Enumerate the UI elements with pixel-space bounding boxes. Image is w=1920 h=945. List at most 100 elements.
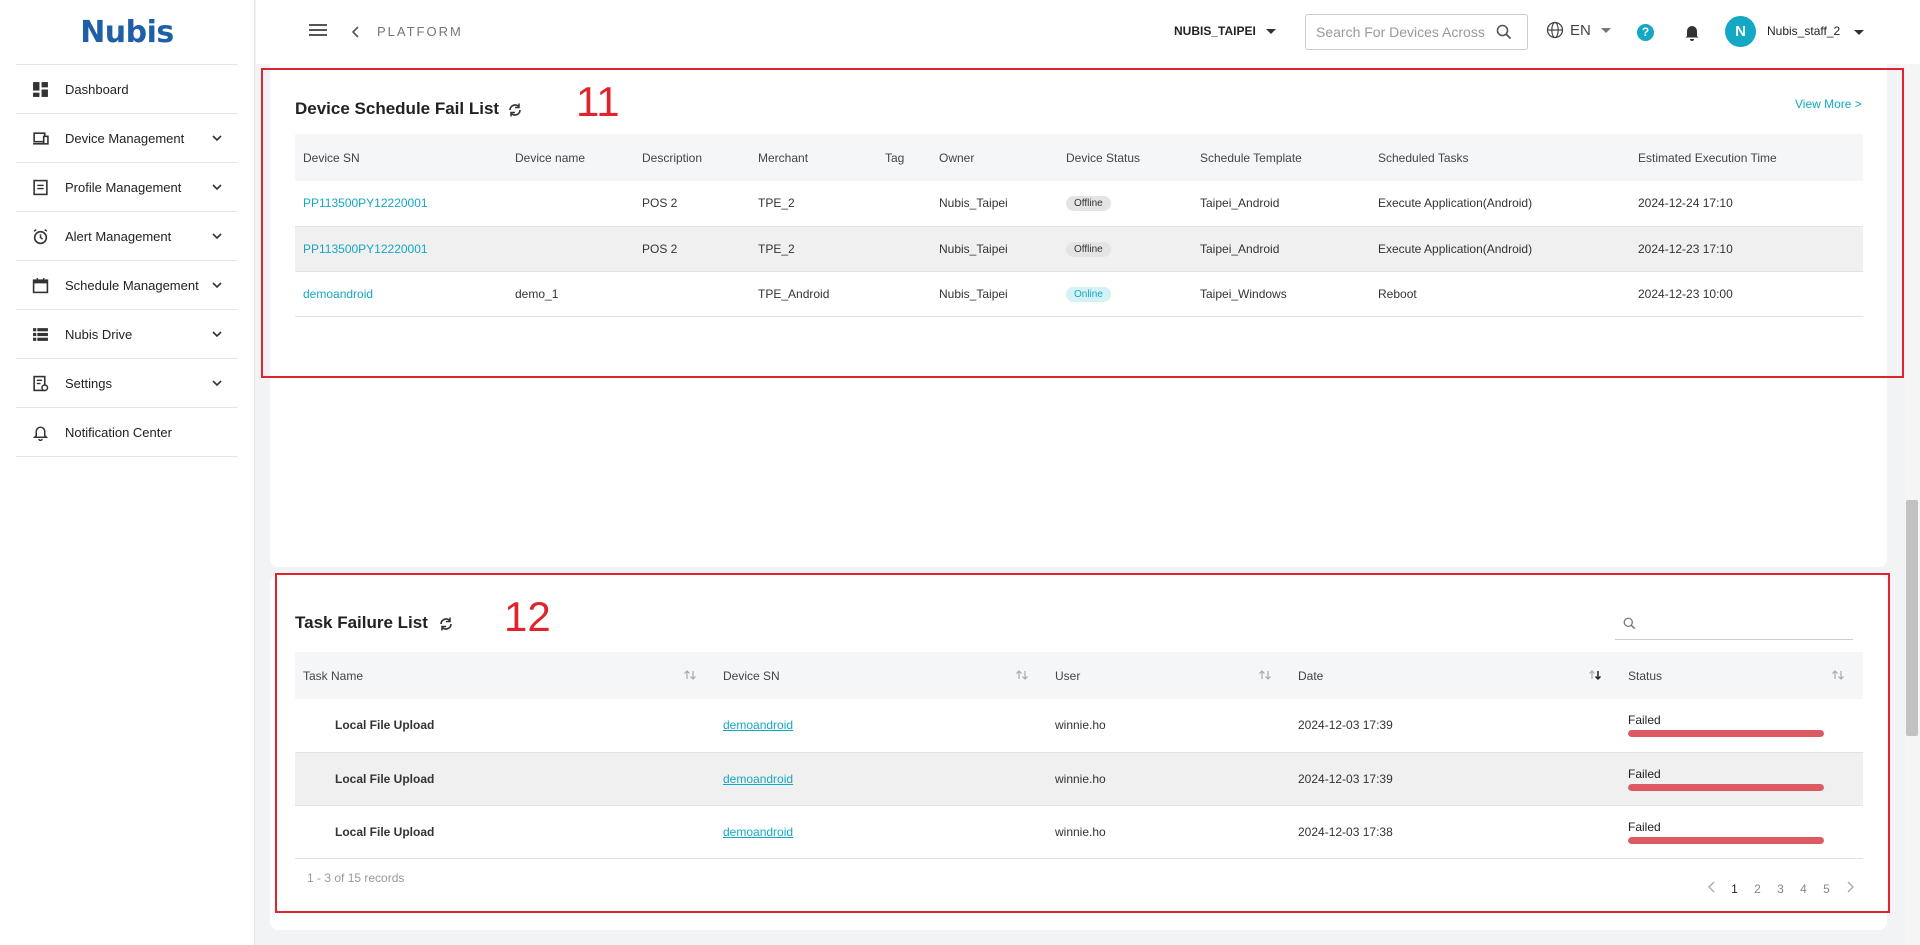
column-header-task-name[interactable]: Task Name: [295, 652, 715, 699]
refresh-icon[interactable]: [438, 616, 454, 632]
sidebar-item-alert-management[interactable]: Alert Management: [16, 212, 238, 261]
column-header-label: Device SN: [723, 668, 780, 683]
device-sn-link[interactable]: demoandroid: [303, 287, 373, 301]
chevron-left-icon[interactable]: [351, 25, 361, 39]
sidebar: Nubis Dashboard Device Management Profil…: [0, 0, 255, 945]
sort-icon[interactable]: [1015, 669, 1029, 681]
status-cell: Failed: [1620, 752, 1863, 806]
device-search[interactable]: [1305, 14, 1528, 50]
scheduled-task-cell: Execute Application(Android): [1370, 226, 1630, 272]
task-search-field[interactable]: [1615, 608, 1853, 640]
sidebar-item-profile-management[interactable]: Profile Management: [16, 163, 238, 212]
chevron-down-icon[interactable]: [210, 180, 224, 194]
pagination: 1 2 3 4 5: [1700, 881, 1861, 896]
merchant-cell: TPE_Android: [750, 271, 877, 317]
tag-cell: [877, 181, 931, 227]
tenant-selector[interactable]: NUBIS_TAIPEI: [1174, 24, 1276, 38]
sort-descending-icon[interactable]: [1588, 669, 1602, 681]
device-sn-link[interactable]: demoandroid: [723, 772, 793, 786]
view-more-link[interactable]: View More >: [1795, 97, 1862, 111]
status-badge: Offline: [1066, 241, 1111, 257]
chevron-down-icon[interactable]: [210, 327, 224, 341]
search-icon[interactable]: [1496, 24, 1512, 40]
chevron-down-icon[interactable]: [210, 376, 224, 390]
device-search-input[interactable]: [1316, 24, 1496, 40]
chevron-down-icon[interactable]: [210, 131, 224, 145]
help-icon[interactable]: ?: [1637, 24, 1654, 41]
notification-bell-icon[interactable]: [1684, 23, 1700, 41]
records-count: 1 - 3 of 15 records: [307, 871, 405, 885]
execution-time-cell: 2024-12-23 10:00: [1630, 271, 1863, 317]
avatar[interactable]: N: [1725, 16, 1756, 47]
breadcrumb[interactable]: PLATFORM: [377, 24, 463, 39]
logo-text: Nubis: [80, 14, 174, 50]
column-header-device-sn[interactable]: Device SN: [715, 652, 1047, 699]
drive-icon: [30, 324, 50, 344]
search-icon: [1623, 617, 1636, 630]
sidebar-item-schedule-management[interactable]: Schedule Management: [16, 261, 238, 310]
sidebar-item-device-management[interactable]: Device Management: [16, 114, 238, 163]
language-label: EN: [1570, 21, 1591, 39]
date-cell: 2024-12-03 17:39: [1290, 752, 1620, 806]
column-header: Description: [634, 134, 750, 181]
language-selector[interactable]: EN: [1546, 21, 1611, 39]
task-name-cell: Local File Upload: [295, 699, 715, 753]
sidebar-item-label: Settings: [65, 375, 112, 391]
table-header-row: Task Name Device SN User Date Status: [295, 652, 1863, 699]
sort-icon[interactable]: [1258, 669, 1272, 681]
status-bar: [1628, 783, 1824, 791]
template-cell: Taipei_Android: [1192, 181, 1370, 227]
sidebar-item-nubis-drive[interactable]: Nubis Drive: [16, 310, 238, 359]
refresh-icon[interactable]: [507, 102, 523, 118]
prev-page-button[interactable]: [1700, 881, 1723, 896]
chevron-down-icon[interactable]: [210, 278, 224, 292]
annotation-number-11: 11: [576, 78, 620, 125]
device-sn-link[interactable]: demoandroid: [723, 825, 793, 839]
column-header-status[interactable]: Status: [1620, 652, 1863, 699]
next-page-button[interactable]: [1838, 881, 1861, 896]
sidebar-item-dashboard[interactable]: Dashboard: [16, 65, 238, 114]
status-cell: Failed: [1620, 805, 1863, 859]
tenant-label: NUBIS_TAIPEI: [1174, 24, 1256, 38]
device-sn-link[interactable]: PP113500PY12220001: [303, 196, 428, 210]
chevron-down-icon[interactable]: [210, 229, 224, 243]
logo[interactable]: Nubis: [0, 0, 254, 64]
device-sn-link[interactable]: PP113500PY12220001: [303, 242, 428, 256]
column-header-date[interactable]: Date: [1290, 652, 1620, 699]
page-button-1[interactable]: 1: [1723, 882, 1746, 896]
device-sn-link[interactable]: demoandroid: [723, 718, 793, 732]
sidebar-item-notification-center[interactable]: Notification Center: [16, 408, 238, 457]
column-header: Estimated Execution Time: [1630, 134, 1863, 181]
page-button-3[interactable]: 3: [1769, 882, 1792, 896]
column-header-user[interactable]: User: [1047, 652, 1290, 699]
execution-time-cell: 2024-12-24 17:10: [1630, 181, 1863, 227]
sort-icon[interactable]: [683, 669, 697, 681]
page-button-4[interactable]: 4: [1792, 882, 1815, 896]
alarm-icon: [30, 226, 50, 246]
profile-icon: [30, 177, 50, 197]
page-button-2[interactable]: 2: [1746, 882, 1769, 896]
sidebar-item-label: Notification Center: [65, 424, 172, 440]
owner-cell: Nubis_Taipei: [931, 181, 1058, 227]
scrollbar-thumb[interactable]: [1906, 500, 1918, 736]
owner-cell: Nubis_Taipei: [931, 271, 1058, 317]
username[interactable]: Nubis_staff_2: [1767, 24, 1840, 38]
table-row: Local File Upload demoandroid winnie.ho …: [295, 752, 1863, 806]
description-cell: POS 2: [634, 181, 750, 227]
user-cell: winnie.ho: [1047, 805, 1290, 859]
status-text: Failed: [1628, 819, 1661, 834]
table-row: Local File Upload demoandroid winnie.ho …: [295, 805, 1863, 859]
menu-icon[interactable]: [309, 24, 327, 38]
sidebar-item-settings[interactable]: Settings: [16, 359, 238, 408]
settings-icon: [30, 373, 50, 393]
page-button-5[interactable]: 5: [1815, 882, 1838, 896]
column-header: Schedule Template: [1192, 134, 1370, 181]
annotation-number-12: 12: [504, 593, 551, 640]
owner-cell: Nubis_Taipei: [931, 226, 1058, 272]
sort-icon[interactable]: [1831, 669, 1845, 681]
tag-cell: [877, 226, 931, 272]
bell-icon: [30, 422, 50, 442]
user-menu-caret-icon[interactable]: [1854, 30, 1864, 35]
device-icon: [30, 128, 50, 148]
status-bar-fill: [1628, 836, 1824, 844]
